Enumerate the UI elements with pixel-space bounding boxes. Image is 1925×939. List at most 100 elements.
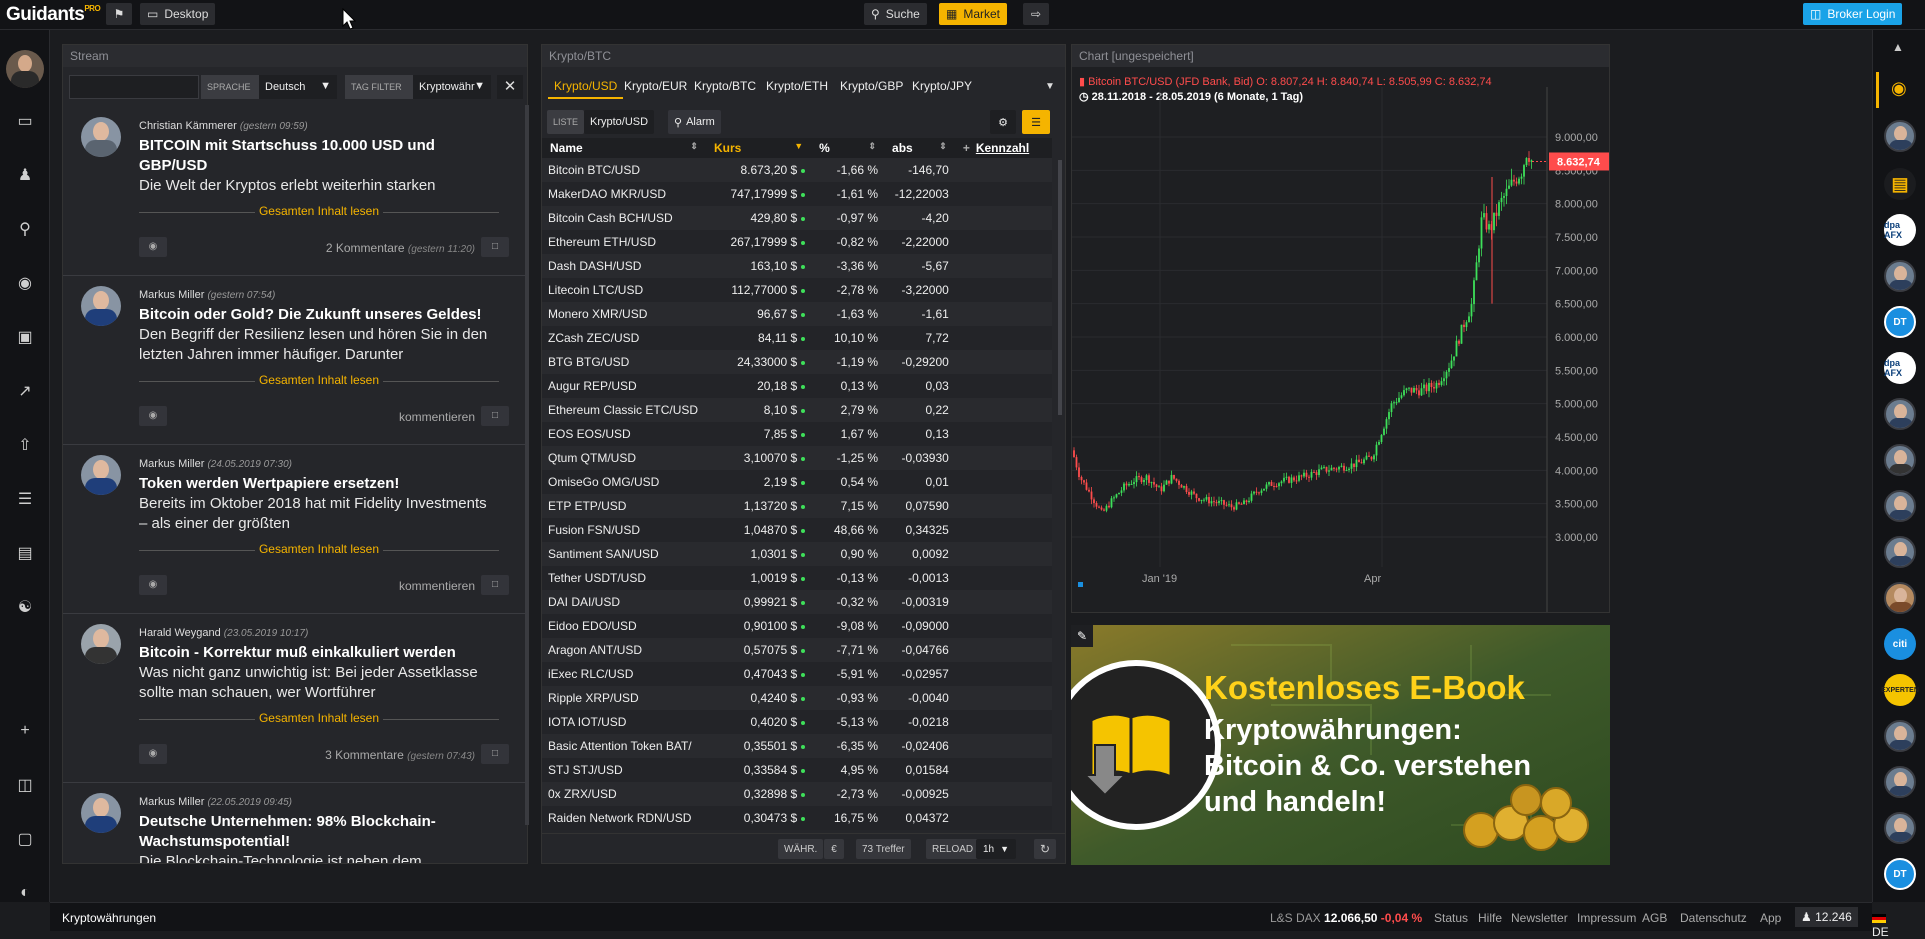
tab-krypto-usd[interactable]: Krypto/USD (548, 75, 624, 99)
coin-name[interactable]: IOTA IOT/USD (542, 710, 706, 734)
coin-name[interactable]: Ripple XRP/USD (542, 686, 706, 710)
list-nav-icon[interactable]: ☰ (13, 487, 37, 511)
contrast-nav-icon[interactable]: ◐ (13, 881, 37, 905)
stream-post[interactable]: Harald Weygand (23.05.2019 10:17) Bitcoi… (63, 614, 527, 783)
users-nav-icon[interactable]: ♟ (13, 163, 37, 187)
online-users[interactable]: ♟ 12.246 (1795, 907, 1858, 927)
bookmark-button[interactable]: ⚑ (106, 3, 132, 25)
tabs-menu-icon[interactable]: ▼ (1045, 81, 1055, 92)
chart-nav-icon[interactable]: ↗ (13, 379, 37, 403)
stream-post[interactable]: Markus Miller (24.05.2019 07:30) Token w… (63, 445, 527, 614)
table-row[interactable]: Ethereum Classic ETC/USD 8,10 $2,79 % 0,22 (542, 398, 1052, 422)
eye-nav-icon[interactable]: ◉ (13, 271, 37, 295)
language-select[interactable]: Deutsch ▼ (259, 75, 337, 99)
coin-name[interactable]: DAI DAI/USD (542, 590, 706, 614)
post-author[interactable]: Markus Miller (139, 458, 204, 470)
comment-link[interactable]: kommentieren (399, 579, 475, 593)
follow-avatar[interactable] (1884, 766, 1916, 798)
app-link[interactable]: App (1760, 911, 1781, 925)
lightbulb-icon[interactable]: ◉ (1891, 78, 1907, 99)
follow-avatar[interactable] (1884, 444, 1916, 476)
experten-logo[interactable]: EXPERTEN (1881, 674, 1919, 706)
watch-icon[interactable]: ◉ (139, 575, 167, 595)
privacy-link[interactable]: Datenschutz (1680, 911, 1747, 925)
settings-icon[interactable]: ⚙ (990, 110, 1016, 134)
author-avatar[interactable] (81, 793, 121, 833)
post-title[interactable]: Token werden Wertpapiere ersetzen! (139, 474, 499, 494)
stream-post[interactable]: Christian Kämmerer (gestern 09:59) BITCO… (63, 107, 527, 276)
agb-link[interactable]: AGB (1642, 911, 1667, 925)
post-author[interactable]: Markus Miller (139, 796, 204, 808)
coin-name[interactable]: Eidoo EDO/USD (542, 614, 706, 638)
follow-avatar[interactable] (1884, 260, 1916, 292)
clear-filter-icon[interactable]: ✕ (497, 75, 523, 99)
coin-name[interactable]: MakerDAO MKR/USD (542, 182, 706, 206)
tag-filter-select[interactable]: Kryptowähr ▼ (413, 75, 491, 99)
col-kurs[interactable]: Kurs ▼ (705, 138, 812, 158)
table-row[interactable]: 0x ZRX/USD 0,32898 $ -2,73 % -0,00925 (542, 782, 1052, 806)
post-title[interactable]: Bitcoin oder Gold? Die Zukunft unseres G… (139, 305, 499, 325)
index-ticker[interactable]: L&S DAX 12.066,50 -0,04 % (1270, 911, 1422, 925)
comment-icon[interactable]: □ (481, 744, 509, 764)
read-more-link[interactable]: Gesamten Inhalt lesen (139, 711, 499, 725)
follow-avatar[interactable] (1884, 536, 1916, 568)
table-row[interactable]: Eidoo EDO/USD 0,90100 $ -9,08 % -0,09000 (542, 614, 1052, 638)
table-row[interactable]: Qtum QTM/USD 3,10070 $ -1,25 % -0,03930 (542, 446, 1052, 470)
author-avatar[interactable] (81, 286, 121, 326)
alarm-button[interactable]: ⚲ Alarm (668, 110, 721, 134)
stream-post[interactable]: Markus Miller (gestern 07:54) Bitcoin od… (63, 276, 527, 445)
tab-krypto-jpy[interactable]: Krypto/JPY (906, 75, 978, 99)
post-author[interactable]: Markus Miller (139, 289, 204, 301)
coin-name[interactable]: Ethereum ETH/USD (542, 230, 706, 254)
coin-name[interactable]: Litecoin LTC/USD (542, 278, 706, 302)
table-row[interactable]: Bitcoin BTC/USD 8.673,20 $ -1,66 % -146,70 (542, 158, 1052, 182)
table-row[interactable]: DAI DAI/USD 0,99921 $ -0,32 % -0,00319 (542, 590, 1052, 614)
author-avatar[interactable] (81, 455, 121, 495)
dpa-afx-logo[interactable]: dpa AFX (1884, 352, 1916, 384)
dt-logo[interactable]: DT (1884, 306, 1916, 338)
read-more-link[interactable]: Gesamten Inhalt lesen (139, 373, 499, 387)
table-row[interactable]: Fusion FSN/USD 1,04870 $48,66 % 0,34325 (542, 518, 1052, 542)
workspace-tab[interactable]: Kryptowährungen (62, 911, 156, 925)
coin-name[interactable]: Dash DASH/USD (542, 254, 706, 278)
col-kennzahl[interactable]: + Kennzahl (954, 138, 1052, 158)
reload-interval-select[interactable]: 1h ▼ (976, 839, 1016, 859)
read-more-link[interactable]: Gesamten Inhalt lesen (139, 542, 499, 556)
stream-search-input[interactable] (69, 75, 199, 99)
coin-name[interactable]: Fusion FSN/USD (542, 518, 706, 542)
coin-name[interactable]: Basic Attention Token BAT/ (542, 734, 706, 758)
post-author[interactable]: Christian Kämmerer (139, 120, 237, 132)
table-row[interactable]: Raiden Network RDN/USD 0,30473 $16,75 % 0,… (542, 806, 1052, 830)
col-name[interactable]: Name ⇕ (542, 138, 706, 158)
card-nav-icon[interactable]: ▤ (13, 541, 37, 565)
table-row[interactable]: Tether USDT/USD 1,0019 $ -0,13 % -0,0013 (542, 566, 1052, 590)
coin-name[interactable]: ZCash ZEC/USD (542, 326, 706, 350)
bell-nav-icon[interactable]: ⚲ (13, 217, 37, 241)
coin-name[interactable]: STJ STJ/USD (542, 758, 706, 782)
coin-name[interactable]: 0x ZRX/USD (542, 782, 706, 806)
table-row[interactable]: IOTA IOT/USD 0,4020 $ -5,13 % -0,0218 (542, 710, 1052, 734)
table-row[interactable]: Litecoin LTC/USD 112,77000 $ -2,78 % -3,220… (542, 278, 1052, 302)
dt-logo[interactable]: DT (1884, 858, 1916, 890)
comment-icon[interactable]: □ (481, 575, 509, 595)
coin-name[interactable]: OmiseGo OMG/USD (542, 470, 706, 494)
refresh-icon[interactable]: ↻ (1034, 839, 1056, 859)
coin-name[interactable]: Santiment SAN/USD (542, 542, 706, 566)
comment-count[interactable]: 2 Kommentare (gestern 11:20) (326, 241, 475, 255)
follow-avatar[interactable] (1884, 490, 1916, 522)
coin-name[interactable]: Bitcoin BTC/USD (542, 158, 706, 182)
exit-button[interactable]: ⇨ (1023, 3, 1049, 25)
impressum-link[interactable]: Impressum (1577, 911, 1636, 925)
table-row[interactable]: OmiseGo OMG/USD 2,19 $0,54 % 0,01 (542, 470, 1052, 494)
desktop-nav-icon[interactable]: ▭ (13, 109, 37, 133)
col-percent[interactable]: % ⇕ (811, 138, 885, 158)
guidants-logo[interactable]: GuidantsPRO (6, 4, 101, 26)
collapse-icon[interactable]: ▲ (1892, 40, 1904, 54)
table-row[interactable]: Ripple XRP/USD 0,4240 $ -0,93 % -0,0040 (542, 686, 1052, 710)
help-link[interactable]: Hilfe (1478, 911, 1502, 925)
liste-select[interactable]: Krypto/USD (584, 110, 655, 134)
table-row[interactable]: Monero XMR/USD 96,67 $ -1,63 % -1,61 (542, 302, 1052, 326)
table-row[interactable]: Augur REP/USD 20,18 $0,13 % 0,03 (542, 374, 1052, 398)
ebook-ad-banner[interactable]: Kostenloses E-Book Kryptowährungen: Bitc… (1071, 625, 1610, 865)
coin-name[interactable]: iExec RLC/USD (542, 662, 706, 686)
